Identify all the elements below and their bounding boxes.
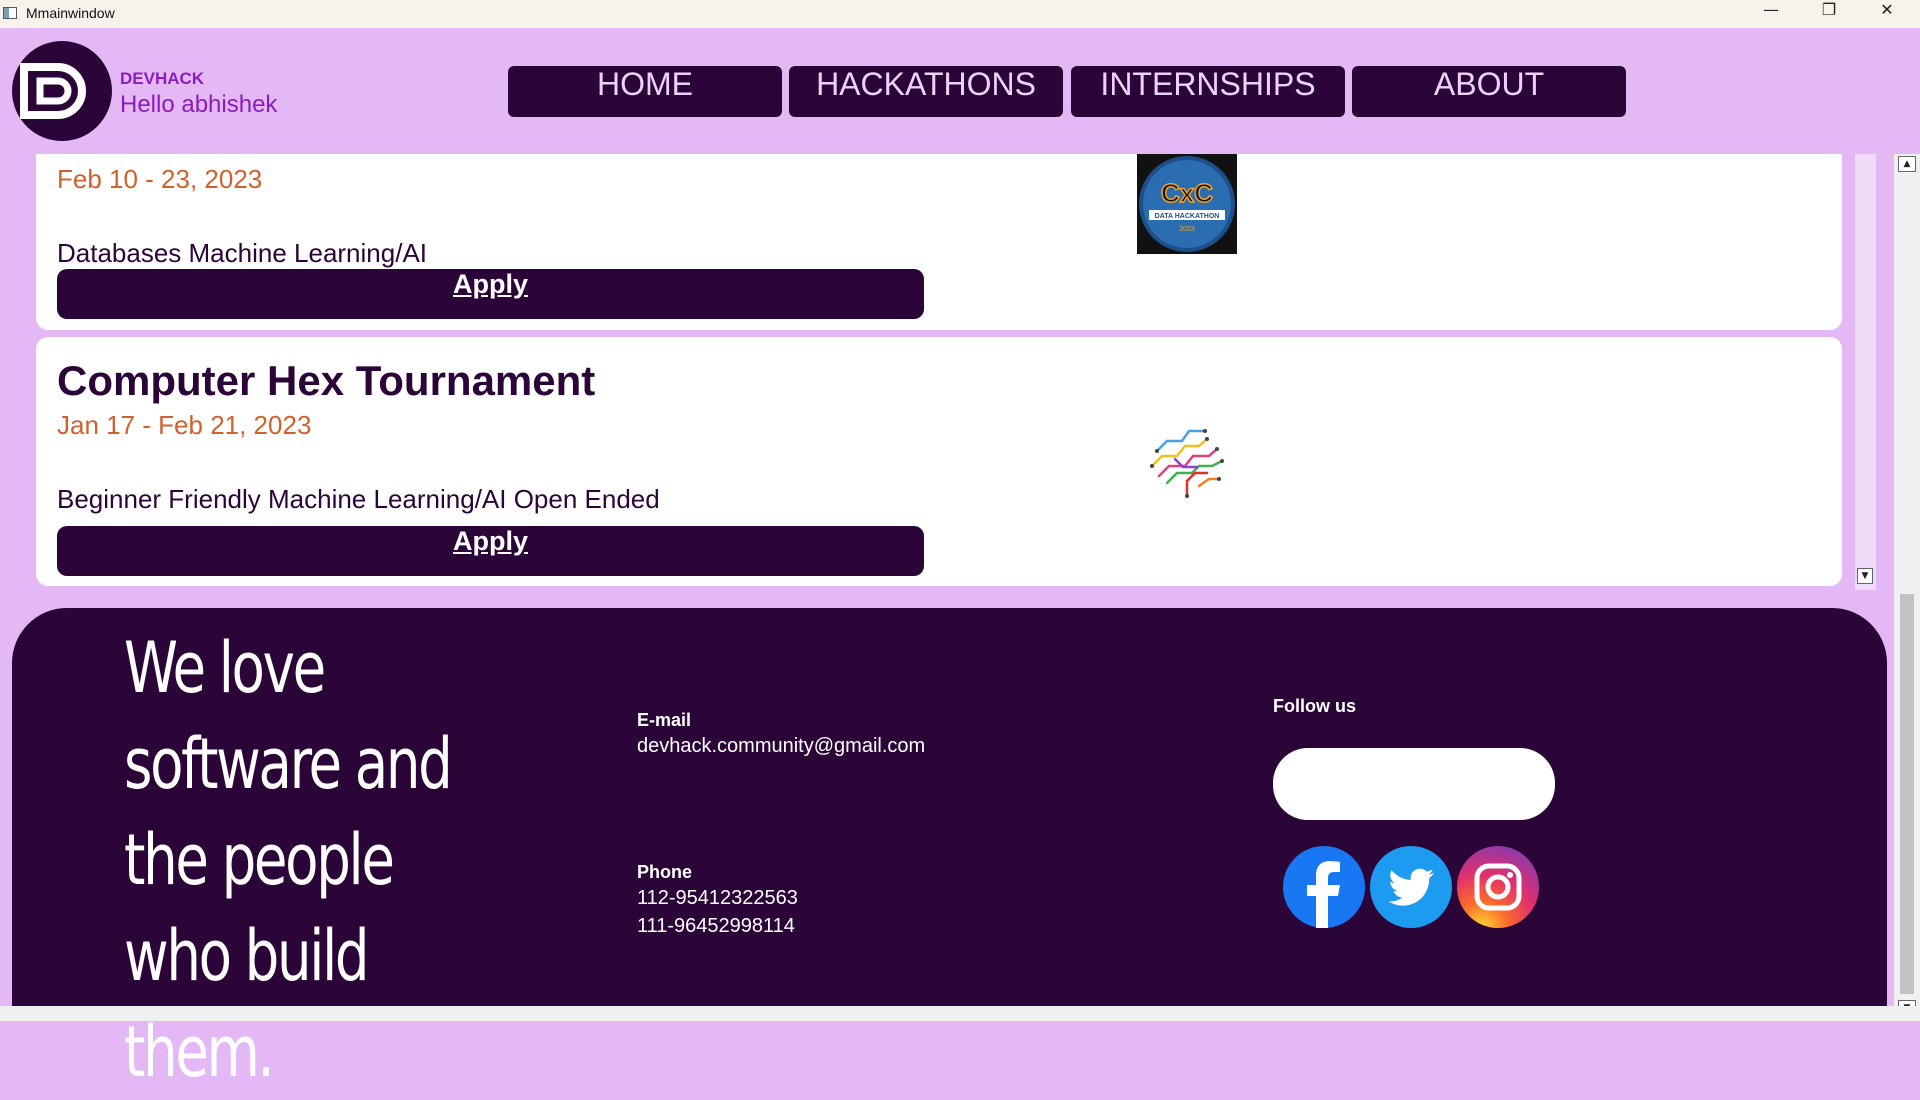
nav-hackathons-button[interactable]: HACKATHONS	[789, 66, 1063, 117]
circuit-brain-logo-icon	[1150, 429, 1224, 498]
app-header: DEVHACK Hello abhishek HOME HACKATHONS I…	[0, 28, 1920, 154]
horizontal-scrollbar[interactable]	[0, 1006, 1920, 1021]
window-titlebar: Mmainwindow — ❐ ✕	[0, 0, 1920, 28]
page-scrollbar[interactable]: ▲ ▼	[1894, 154, 1920, 1021]
instagram-icon[interactable]	[1457, 846, 1539, 928]
devhack-logo-icon	[12, 41, 112, 141]
hackathon-date: Feb 10 - 23, 2023	[57, 164, 263, 194]
scroll-down-arrow-icon[interactable]: ▼	[1857, 568, 1873, 584]
close-button[interactable]: ✕	[1858, 0, 1916, 28]
email-value: devhack.community@gmail.com	[637, 735, 926, 757]
logo-year: 2023	[1179, 226, 1195, 233]
hackathon-date: Jan 17 - Feb 21, 2023	[57, 410, 312, 440]
nav-home-button[interactable]: HOME	[508, 66, 782, 117]
window-title: Mmainwindow	[26, 5, 115, 21]
phone-value: 112-95412322563	[637, 887, 798, 909]
nav-about-button[interactable]: ABOUT	[1352, 66, 1626, 117]
footer-tagline: We love software and the people who buil…	[124, 627, 453, 1093]
email-label: E-mail	[637, 710, 692, 730]
app-icon	[3, 7, 17, 19]
apply-button[interactable]: Apply	[57, 269, 924, 319]
hackathon-card: Feb 10 - 23, 2023 Databases Machine Lear…	[36, 154, 1842, 330]
maximize-button[interactable]: ❐	[1800, 0, 1858, 28]
list-scrollbar[interactable]: ▼	[1855, 154, 1876, 590]
phone-label: Phone	[637, 862, 693, 882]
page-scrollbar-thumb[interactable]	[1900, 594, 1914, 994]
apply-button[interactable]: Apply	[57, 526, 924, 576]
hackathon-title: Computer Hex Tournament	[57, 357, 596, 404]
logo-text: CxC	[1161, 178, 1213, 208]
footer: We love software and the people who buil…	[12, 608, 1887, 1093]
follow-label: Follow us	[1273, 696, 1356, 716]
minimize-button[interactable]: —	[1742, 0, 1800, 28]
nav-internships-button[interactable]: INTERNSHIPS	[1071, 66, 1345, 117]
twitter-icon[interactable]	[1370, 846, 1452, 928]
hackathon-tags: Beginner Friendly Machine Learning/AI Op…	[57, 484, 660, 514]
hackathon-card: Computer Hex Tournament Jan 17 - Feb 21,…	[36, 337, 1842, 586]
data-hackathon-logo-icon: CxC DATA HACKATHON 2023	[1137, 154, 1237, 254]
user-greeting: Hello abhishek	[120, 91, 278, 118]
facebook-icon[interactable]	[1283, 846, 1365, 928]
follow-input[interactable]	[1273, 748, 1555, 820]
scroll-up-arrow-icon[interactable]: ▲	[1898, 156, 1916, 172]
hackathon-list[interactable]: Feb 10 - 23, 2023 Databases Machine Lear…	[0, 154, 1920, 590]
phone-value: 111-96452998114	[637, 915, 795, 937]
logo-subtext: DATA HACKATHON	[1155, 213, 1220, 220]
brand-name: DEVHACK	[120, 69, 205, 88]
hackathon-tags: Databases Machine Learning/AI	[57, 238, 428, 268]
